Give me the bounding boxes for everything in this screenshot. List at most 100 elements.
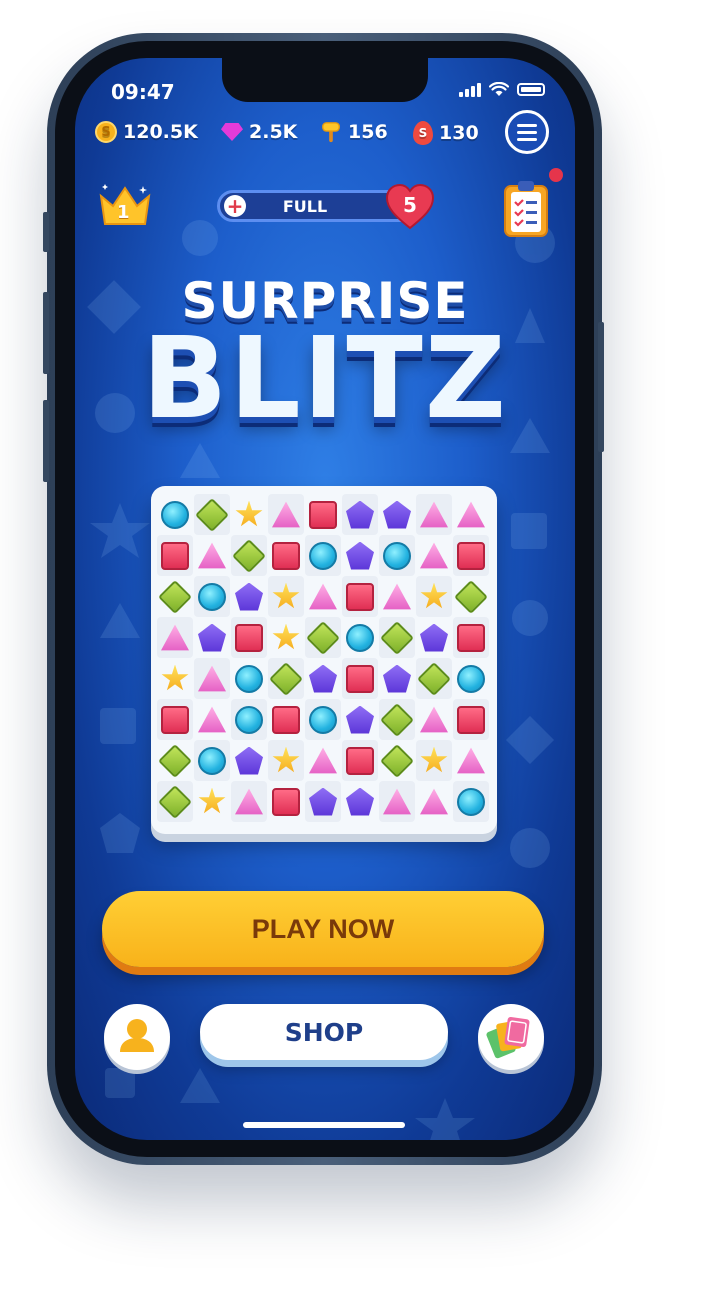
board-grid[interactable] [157,494,491,822]
cards-button[interactable] [478,1004,544,1070]
green-piece-icon [158,579,192,614]
board-cell[interactable] [157,699,193,740]
pink-piece-icon [420,706,448,733]
home-indicator[interactable] [243,1122,405,1128]
board-cell[interactable] [305,658,341,699]
green-piece-icon [195,497,229,532]
board-cell[interactable] [342,494,378,535]
board-cell[interactable] [268,535,304,576]
red-piece-icon [272,787,300,816]
event-title-line2: BLITZ [141,314,508,444]
board-cell[interactable] [268,494,304,535]
board-cell[interactable] [453,699,489,740]
board-cell[interactable] [194,699,230,740]
board-cell[interactable] [342,617,378,658]
board-cell[interactable] [231,617,267,658]
gems-value: 2.5K [249,121,298,143]
play-now-button[interactable]: PLAY NOW [102,891,544,967]
pink-piece-icon [309,747,337,774]
board-cell[interactable] [194,658,230,699]
board-cell[interactable] [305,617,341,658]
profile-button[interactable] [104,1004,170,1070]
board-cell[interactable] [342,576,378,617]
board-cell[interactable] [379,740,415,781]
board-cell[interactable] [194,576,230,617]
board-cell[interactable] [416,617,452,658]
red-piece-icon [457,623,485,652]
pink-piece-icon [383,788,411,815]
board-cell[interactable] [231,576,267,617]
blue-piece-icon [235,664,263,693]
blue-piece-icon [198,746,226,775]
board-cell[interactable] [194,740,230,781]
shop-button[interactable]: SHOP [200,1004,448,1060]
board-cell[interactable] [379,617,415,658]
board-cell[interactable] [416,740,452,781]
board-cell[interactable] [416,699,452,740]
game-board[interactable] [151,486,497,834]
board-cell[interactable] [268,740,304,781]
board-cell[interactable] [194,617,230,658]
board-cell[interactable] [194,781,230,822]
board-cell[interactable] [194,535,230,576]
level-crown[interactable]: 1 [97,182,153,230]
board-cell[interactable] [305,699,341,740]
board-cell[interactable] [342,535,378,576]
board-cell[interactable] [305,576,341,617]
wifi-icon [489,82,509,96]
board-cell[interactable] [157,576,193,617]
board-cell[interactable] [453,740,489,781]
board-cell[interactable] [157,494,193,535]
gems-counter[interactable]: 2.5K [221,121,297,143]
board-cell[interactable] [416,658,452,699]
board-cell[interactable] [231,494,267,535]
board-cell[interactable] [379,494,415,535]
board-cell[interactable] [453,658,489,699]
board-cell[interactable] [342,658,378,699]
board-cell[interactable] [268,576,304,617]
board-cell[interactable] [342,740,378,781]
board-cell[interactable] [453,494,489,535]
board-cell[interactable] [268,699,304,740]
board-cell[interactable] [157,740,193,781]
board-cell[interactable] [416,781,452,822]
board-cell[interactable] [157,658,193,699]
board-cell[interactable] [305,740,341,781]
board-cell[interactable] [379,699,415,740]
coins-counter[interactable]: S 120.5K [95,121,198,143]
board-cell[interactable] [231,535,267,576]
gem-icon [221,123,243,141]
board-cell[interactable] [231,699,267,740]
board-cell[interactable] [379,576,415,617]
board-cell[interactable] [453,535,489,576]
board-cell[interactable] [453,617,489,658]
board-cell[interactable] [157,535,193,576]
board-cell[interactable] [342,699,378,740]
board-cell[interactable] [305,535,341,576]
board-cell[interactable] [453,576,489,617]
board-cell[interactable] [342,781,378,822]
pink-piece-icon [420,501,448,528]
board-cell[interactable] [453,781,489,822]
board-cell[interactable] [157,617,193,658]
board-cell[interactable] [379,535,415,576]
board-cell[interactable] [379,781,415,822]
board-cell[interactable] [305,494,341,535]
board-cell[interactable] [231,658,267,699]
board-cell[interactable] [268,781,304,822]
board-cell[interactable] [231,740,267,781]
menu-button[interactable] [505,110,549,154]
board-cell[interactable] [268,658,304,699]
board-cell[interactable] [416,494,452,535]
board-cell[interactable] [157,781,193,822]
board-cell[interactable] [194,494,230,535]
board-cell[interactable] [268,617,304,658]
eggs-counter[interactable]: S 130 [413,121,479,145]
board-cell[interactable] [379,658,415,699]
board-cell[interactable] [416,535,452,576]
tasks-clipboard-icon[interactable] [502,178,550,238]
board-cell[interactable] [416,576,452,617]
board-cell[interactable] [231,781,267,822]
hammers-counter[interactable]: 156 [320,121,388,143]
board-cell[interactable] [305,781,341,822]
